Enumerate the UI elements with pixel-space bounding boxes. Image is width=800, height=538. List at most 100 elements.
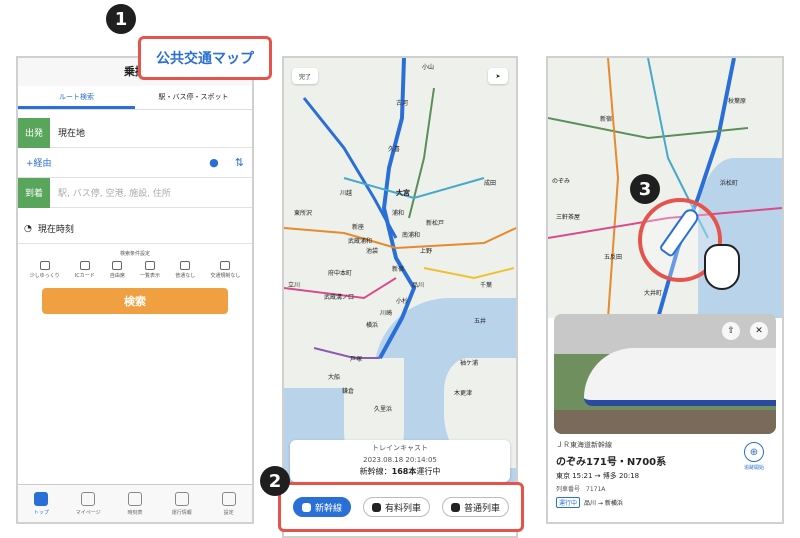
transit-map-link[interactable]: 公共交通マップ: [156, 48, 254, 68]
time-row[interactable]: ◔ 現在時刻: [18, 214, 252, 244]
step-3-badge: 3: [630, 174, 660, 204]
station-label[interactable]: 袖ケ浦: [460, 358, 478, 367]
transfer-search-screen: 乗換 ルート検索 駅・バス停・スポット 出発 現在地 +経由 ● ⇅ 到着 駅,…: [16, 56, 254, 524]
train-detail-screen: 新宿 浜松町 のぞみ 三軒茶屋 五反田 秋葉原 大井町 3 ⇧ ✕ ＪＲ東海道新…: [546, 56, 784, 524]
current-segment: 品川 → 新横浜: [584, 500, 623, 507]
from-label: 出発: [18, 117, 50, 148]
station-label[interactable]: 大宮: [396, 188, 410, 198]
timestamp: 2023.08.18 20:14:05: [363, 456, 437, 464]
from-value[interactable]: 現在地: [58, 126, 85, 139]
crosshair-icon: ⊕: [744, 442, 764, 462]
nav-timetable[interactable]: 時刻表: [112, 485, 159, 522]
follow-button[interactable]: ⊕ 追跡開始: [734, 442, 774, 471]
station-label[interactable]: 大船: [328, 372, 340, 381]
filter-shinkansen[interactable]: 新幹線: [292, 497, 351, 517]
microphone-icon[interactable]: ●: [209, 156, 219, 169]
option-no-restriction[interactable]: 交通規制なし: [210, 261, 240, 279]
car-icon: [220, 261, 231, 270]
station-label[interactable]: 上野: [420, 246, 432, 255]
station-label[interactable]: 川越: [340, 188, 352, 197]
station-label[interactable]: 木更津: [454, 388, 472, 397]
station-label[interactable]: 東所沢: [294, 208, 312, 217]
status-badge: 運行中: [556, 497, 581, 508]
info-icon: [174, 491, 189, 506]
shinkansen-icon: [301, 502, 311, 512]
schedule: 東京 15:21 → 博多 20:18: [556, 472, 640, 480]
step-2-badge: 2: [260, 466, 290, 496]
station-label[interactable]: 鎌倉: [342, 386, 354, 395]
option-list-view[interactable]: 一覧表示: [140, 261, 160, 279]
station-label[interactable]: 小山: [422, 62, 434, 71]
station-label[interactable]: 南浦和: [402, 230, 420, 239]
options-title: 検索条件設定: [119, 251, 150, 257]
station-label[interactable]: 大井町: [644, 288, 662, 297]
to-label: 到着: [18, 177, 50, 208]
to-input[interactable]: 駅, バス停, 空港, 施設, 住所: [58, 186, 171, 199]
station-label[interactable]: 新宿: [392, 264, 404, 273]
station-label[interactable]: 武蔵溝ノ口: [324, 292, 354, 301]
filter-local-train[interactable]: 普通列車: [441, 497, 509, 517]
nav-mypage[interactable]: マイページ: [65, 485, 112, 522]
follow-label: 追跡開始: [743, 465, 764, 471]
timetable-icon: [127, 491, 142, 506]
station-label[interactable]: 川崎: [380, 308, 392, 317]
transit-map-screen: 小山 古河 久喜 大宮 浦和 川越 新座 武蔵浦和 南浦和 東所沢 新松戸 池袋…: [282, 56, 518, 538]
list-icon: [145, 261, 156, 270]
clock-icon: ◔: [24, 223, 32, 234]
option-slow[interactable]: 少しゆっくり: [30, 261, 60, 279]
station-label[interactable]: 浦和: [392, 208, 404, 217]
via-row: +経由 ● ⇅: [18, 148, 252, 178]
station-label[interactable]: 五井: [474, 316, 486, 325]
nav-settings[interactable]: 設定: [205, 485, 252, 522]
add-via-button[interactable]: +経由: [26, 156, 52, 169]
station-label[interactable]: 新座: [352, 222, 364, 231]
tab-station-spot[interactable]: 駅・バス停・スポット: [135, 86, 252, 109]
station-label[interactable]: 戸塚: [350, 354, 362, 363]
station-label[interactable]: 新松戸: [426, 218, 444, 227]
from-row[interactable]: 出発 現在地: [18, 117, 252, 148]
person-icon: [81, 491, 96, 506]
station-label[interactable]: 小杉: [396, 296, 408, 305]
station-label[interactable]: 立川: [288, 280, 300, 289]
map-canvas[interactable]: 新宿 浜松町 のぞみ 三軒茶屋 五反田 秋葉原 大井町 3: [548, 58, 782, 318]
tab-route-search[interactable]: ルート検索: [18, 86, 135, 109]
train-icon: [180, 261, 191, 270]
swap-icon[interactable]: ⇅: [235, 156, 244, 169]
station-label[interactable]: 秋葉原: [728, 96, 746, 105]
option-no-local[interactable]: 普通なし: [175, 261, 195, 279]
filter-paid-train[interactable]: 有料列車: [362, 497, 430, 517]
station-label[interactable]: 久喜: [388, 144, 400, 153]
train-number: 列車番号 7171A: [556, 486, 606, 493]
station-label[interactable]: 三軒茶屋: [556, 212, 580, 221]
status-line: 新幹線：168本運行中: [359, 467, 441, 476]
nav-top[interactable]: トップ: [18, 485, 65, 522]
station-label[interactable]: 府中本町: [328, 268, 352, 277]
local-train-icon: [450, 502, 460, 512]
station-label[interactable]: 千葉: [480, 280, 492, 289]
close-icon[interactable]: ✕: [750, 322, 768, 340]
station-label[interactable]: 久里浜: [374, 404, 392, 413]
station-label[interactable]: 浜松町: [720, 178, 738, 187]
station-label[interactable]: 品川: [412, 280, 424, 289]
nav-service-info[interactable]: 運行情報: [158, 485, 205, 522]
station-label[interactable]: 池袋: [366, 246, 378, 255]
station-label[interactable]: 武蔵浦和: [348, 236, 372, 245]
to-row[interactable]: 到着 駅, バス停, 空港, 施設, 住所: [18, 177, 252, 208]
station-label[interactable]: 横浜: [366, 320, 378, 329]
filter-highlight: 新幹線 有料列車 普通列車: [278, 482, 524, 532]
station-label[interactable]: 新宿: [600, 114, 612, 123]
share-icon[interactable]: ⇧: [722, 322, 740, 340]
step-1-badge: 1: [106, 4, 136, 34]
location-arrow-icon[interactable]: ➤: [488, 68, 508, 84]
station-label[interactable]: 五反田: [604, 252, 622, 261]
option-unreserved[interactable]: 自由席: [110, 261, 125, 279]
search-button[interactable]: 検索: [42, 288, 228, 314]
option-ic-card[interactable]: ICカード: [75, 261, 95, 279]
callout-highlight: 公共交通マップ: [138, 36, 272, 80]
search-tabs: ルート検索 駅・バス停・スポット: [18, 86, 252, 110]
done-button[interactable]: 完了: [292, 68, 318, 84]
station-label[interactable]: 成田: [484, 178, 496, 187]
station-label[interactable]: 古河: [396, 98, 408, 107]
station-label[interactable]: のぞみ: [552, 176, 570, 185]
train-icon: [34, 491, 49, 506]
